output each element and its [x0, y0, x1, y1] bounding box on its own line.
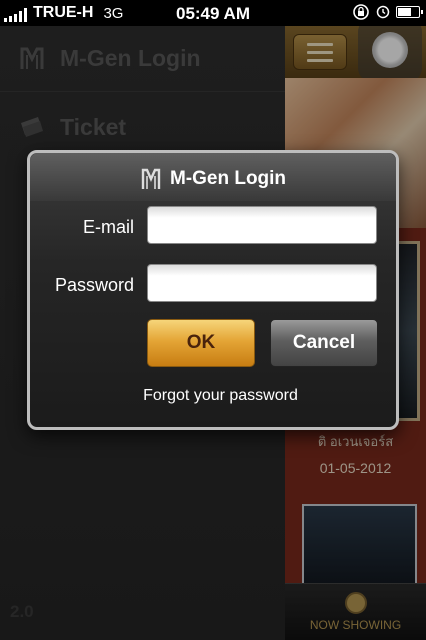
cancel-button[interactable]: Cancel — [270, 319, 378, 367]
email-label: E-mail — [82, 217, 134, 237]
status-bar: TRUE-H 3G 05:49 AM — [0, 0, 426, 26]
password-field[interactable] — [147, 264, 377, 302]
dialog-title-text: M-Gen Login — [169, 168, 287, 189]
login-dialog: M-Gen Login E-mail Password OK Cancel Fo… — [27, 150, 399, 430]
email-field[interactable] — [147, 206, 377, 244]
m-gen-logo-icon — [141, 168, 161, 189]
rotation-lock-icon — [353, 4, 369, 20]
battery-icon — [396, 6, 423, 18]
alarm-clock-icon — [376, 5, 390, 19]
password-label: Password — [54, 275, 134, 295]
forgot-password-link[interactable]: Forgot your password — [30, 387, 396, 405]
dialog-title: M-Gen Login — [30, 167, 396, 191]
ok-button[interactable]: OK — [147, 319, 255, 367]
